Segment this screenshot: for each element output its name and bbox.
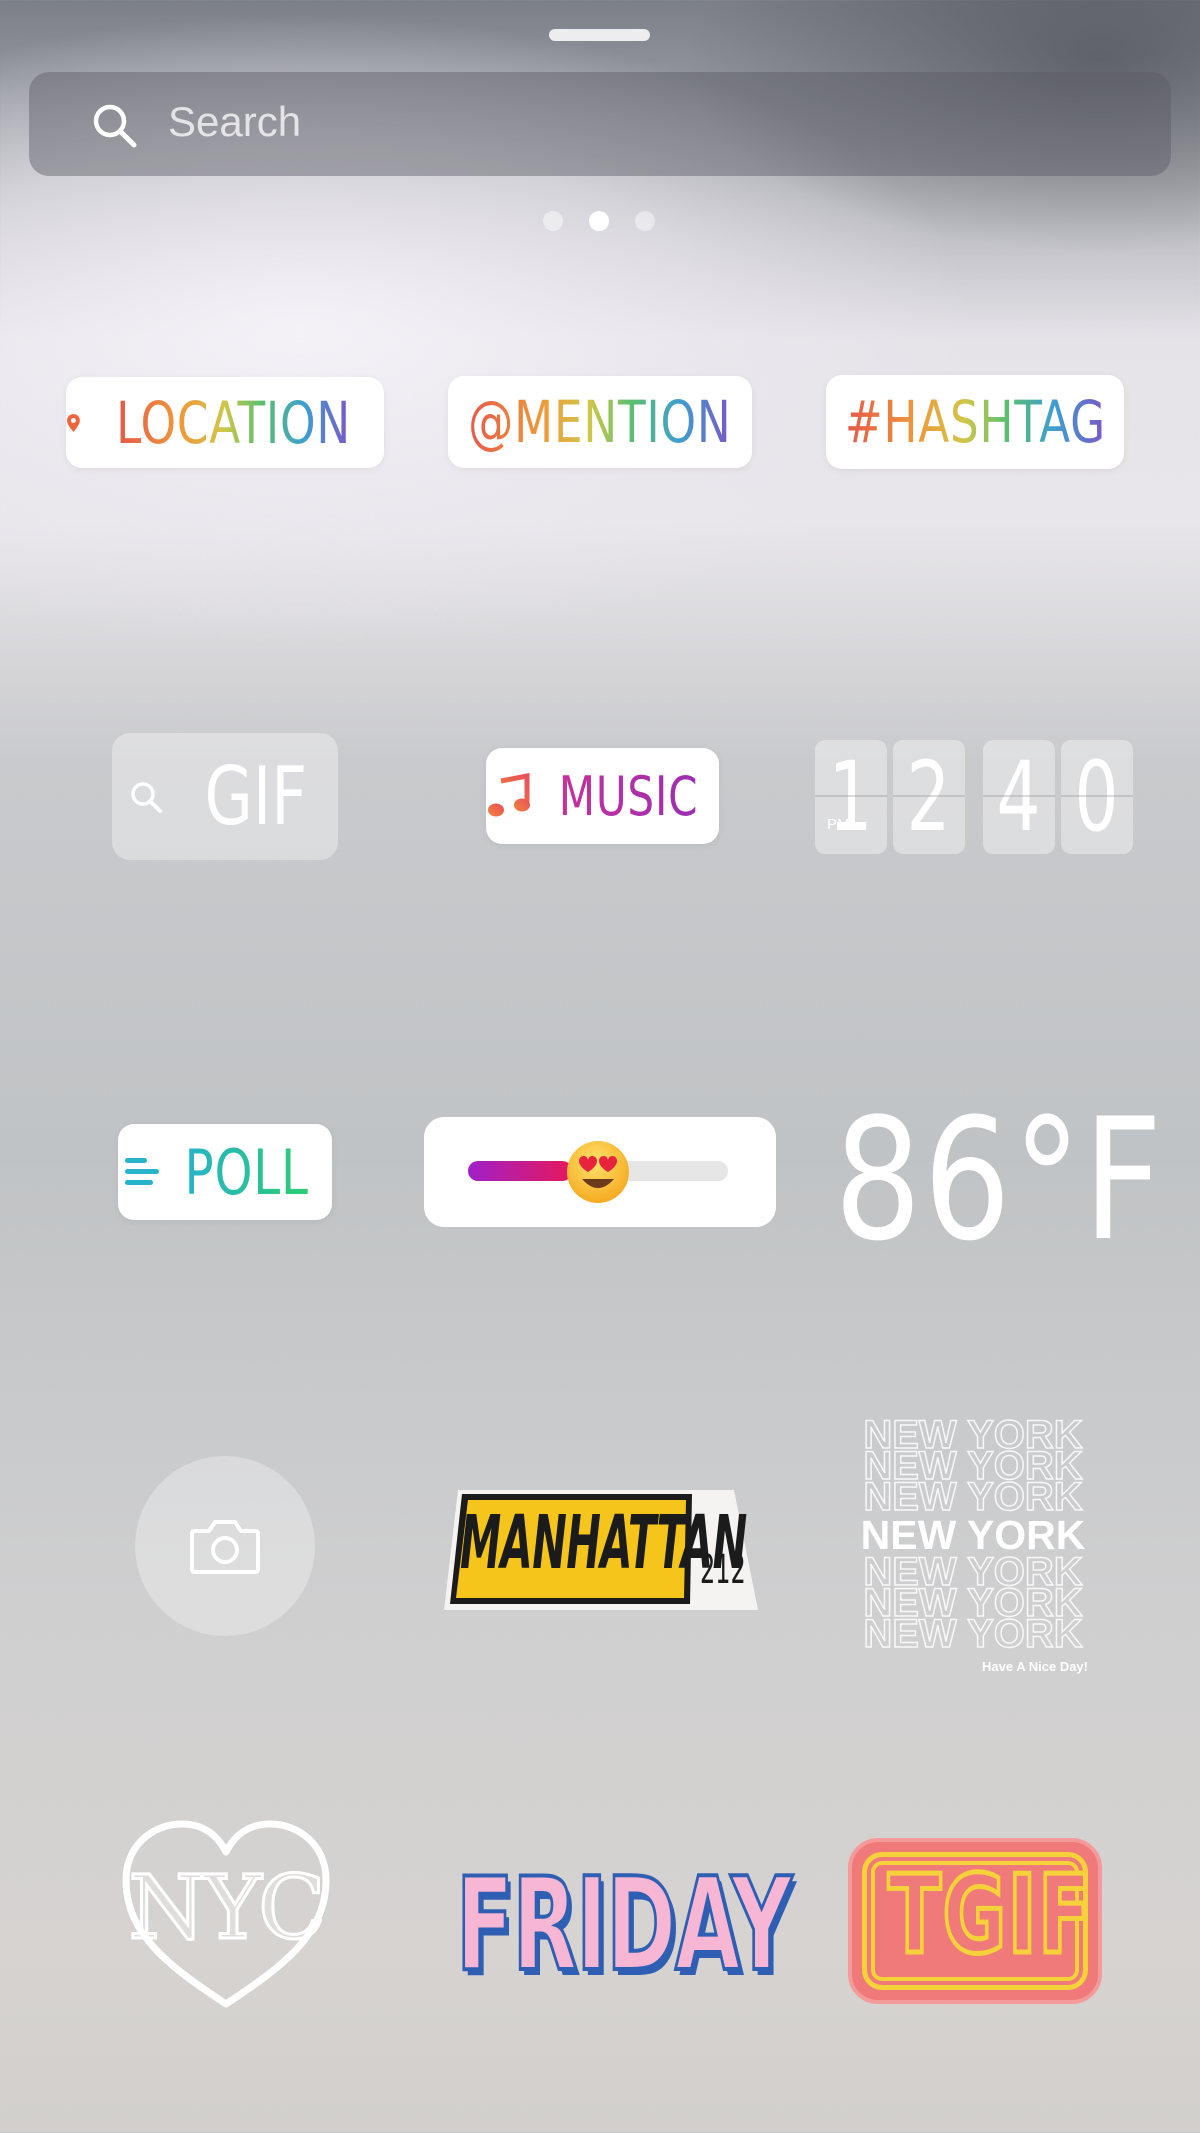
location-pin-icon xyxy=(66,413,80,432)
nyc-label: NYC xyxy=(127,1856,327,1959)
music-sticker[interactable]: MUSIC xyxy=(486,748,719,844)
location-sticker[interactable]: LOCATION xyxy=(66,377,384,468)
tgif-sticker[interactable]: TGIF xyxy=(848,1838,1102,2004)
new-york-outline-line: NEW YORK xyxy=(863,1475,1084,1519)
drag-handle[interactable] xyxy=(549,29,650,41)
mention-label: @MENTION xyxy=(468,388,732,456)
heart-eyes-emoji-icon[interactable] xyxy=(565,1139,631,1205)
camera-sticker[interactable] xyxy=(135,1456,315,1636)
search-bar[interactable]: Search xyxy=(29,72,1171,176)
new-york-outline-line: NEW YORK xyxy=(863,1612,1084,1656)
music-label: MUSIC xyxy=(558,764,699,828)
mention-sticker[interactable]: @MENTION xyxy=(448,376,752,468)
hashtag-label: #HASHTAG xyxy=(844,388,1106,456)
clock-minute-ones: 0 xyxy=(1061,740,1133,854)
clock-sticker[interactable]: 1 PM 2 4 0 xyxy=(815,740,1135,854)
page-indicator xyxy=(543,211,655,231)
page-dot-2[interactable] xyxy=(589,211,609,231)
page-dot-1[interactable] xyxy=(543,211,563,231)
friday-sticker[interactable]: FRIDAY xyxy=(455,1860,794,1992)
search-input[interactable]: Search xyxy=(168,98,301,146)
gif-search-icon xyxy=(131,781,163,813)
new-york-tagline: Have A Nice Day! xyxy=(982,1659,1088,1674)
new-york-sticker[interactable]: NEW YORK NEW YORK NEW YORK NEW YORK NEW … xyxy=(858,1414,1088,1674)
music-note-icon xyxy=(487,773,530,817)
nyc-heart-sticker[interactable]: NYC xyxy=(112,1818,340,2008)
clock-hour-ones: 2 xyxy=(893,740,965,854)
temperature-label: 86°F xyxy=(834,1082,1164,1278)
gif-sticker[interactable]: GIF xyxy=(112,733,338,860)
location-label: LOCATION xyxy=(115,388,351,457)
clock-meridiem: PM xyxy=(827,816,850,833)
search-icon xyxy=(93,104,137,148)
emoji-slider-sticker[interactable] xyxy=(424,1117,776,1227)
poll-lines-icon xyxy=(125,1158,160,1185)
poll-label: POLL xyxy=(184,1135,310,1209)
manhattan-area-code: 212 xyxy=(700,1547,746,1593)
clock-hour-tens: 1 xyxy=(815,740,887,854)
camera-icon xyxy=(190,1520,260,1574)
tgif-label: TGIF xyxy=(886,1853,1093,1978)
gif-label: GIF xyxy=(204,750,308,843)
page-dot-3[interactable] xyxy=(635,211,655,231)
hashtag-sticker[interactable]: #HASHTAG xyxy=(826,375,1124,469)
manhattan-sticker[interactable]: MANHATTAN 212 xyxy=(444,1484,758,1610)
slider-fill xyxy=(468,1161,572,1181)
friday-label: FRIDAY xyxy=(455,1851,794,2000)
temperature-sticker[interactable]: 86°F xyxy=(834,1096,1162,1264)
poll-sticker[interactable]: POLL xyxy=(118,1124,332,1220)
new-york-stack: NEW YORK NEW YORK NEW YORK NEW YORK NEW … xyxy=(858,1414,1088,1656)
clock-minute-tens: 4 xyxy=(983,740,1055,854)
